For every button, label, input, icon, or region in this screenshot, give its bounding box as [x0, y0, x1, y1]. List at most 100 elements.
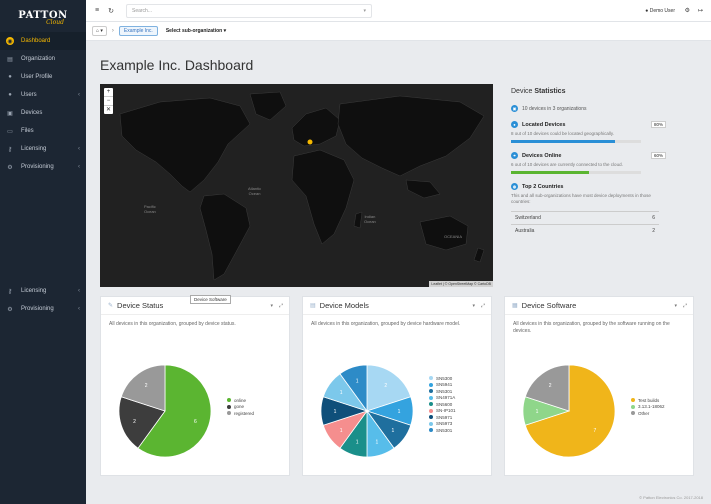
zoom-out-button[interactable]: − [104, 97, 113, 106]
chevron-left-icon: ‹ [78, 146, 80, 152]
chevron-left-icon: ‹ [78, 306, 80, 312]
location-pin-icon: ● [511, 121, 518, 128]
search-input[interactable]: Search... ▾ [126, 3, 372, 18]
legend-item[interactable]: registered [227, 410, 254, 417]
pie-slice-label: 1 [340, 428, 343, 434]
legend-label: SN5941 [436, 382, 453, 388]
refresh-icon[interactable]: ↻ [104, 7, 118, 15]
sub-organization-dropdown[interactable]: Select sub-organization ▾ [166, 28, 226, 34]
atlantic-ocean-label: Atlantic Ocean [248, 186, 262, 196]
map-land [119, 91, 485, 281]
sidebar-item-user-profile[interactable]: ● User Profile [0, 68, 86, 86]
pie-slice-label: 1 [356, 439, 359, 445]
menu-icon[interactable]: ≡ [90, 7, 104, 14]
devices-summary-text: 10 devices in 3 organizations [522, 105, 587, 112]
patton-cloud-logo[interactable]: PATTON Cloud [0, 0, 86, 32]
sidebar-item-label: Files [21, 128, 34, 134]
gear-icon: ⚙ [7, 164, 13, 171]
legend-swatch [227, 404, 231, 409]
statistics-title-bold: Statistics [534, 88, 566, 95]
zoom-control: + − ✕ [104, 88, 113, 114]
device-location-marker[interactable] [307, 139, 313, 145]
country-name: Australia [511, 224, 624, 237]
pie-slice-label: 2 [549, 383, 552, 389]
device-software-pie: 7 1 2 [522, 364, 616, 458]
device-status-pie: 6 2 2 [118, 364, 212, 458]
legend-swatch [429, 415, 433, 420]
sidebar-item-dashboard[interactable]: ◉ Dashboard [0, 32, 86, 50]
world-map[interactable]: Atlantic Ocean Pacific Ocean Indian Ocea… [100, 84, 493, 287]
legend-label: online [234, 397, 247, 403]
top-countries-desc: This and all sub-organizations have most… [511, 193, 651, 204]
top-countries-title: Top 2 Countries [522, 183, 564, 190]
legend-swatch [429, 421, 433, 426]
sidebar-item-provisioning[interactable]: ⚙ Provisioning ‹ [0, 300, 86, 318]
sidebar-item-provisioning[interactable]: ⚙ Provisioning ‹ [0, 158, 86, 176]
legend-label: SN5300 [436, 375, 453, 381]
device-models-pie: 2 1 1 1 1 1 1 1 1 [320, 364, 414, 458]
map-attribution[interactable]: Leaflet | © OpenStreetMap © CartoDB [429, 281, 493, 287]
search-placeholder: Search... [132, 7, 153, 14]
table-row: Switzerland 6 [511, 211, 659, 225]
country-count: 6 [623, 211, 659, 225]
tooltip: Device Software [190, 295, 231, 304]
user-menu[interactable]: ● Demo User [645, 8, 675, 14]
oceania-label: OCEANIA [444, 234, 463, 239]
sidebar-item-devices[interactable]: ▣ Devices [0, 104, 86, 122]
legend-swatch [429, 408, 433, 413]
legend-swatch [429, 402, 433, 407]
pie-slice-label: 1 [356, 379, 359, 385]
files-icon: ▭ [7, 128, 13, 135]
located-devices-percent: 80% [650, 121, 666, 128]
devices-icon: ▣ [7, 110, 13, 117]
device-statistics-panel: Device Statistics ▣ 10 devices in 3 orga… [511, 84, 666, 237]
legend-swatch [429, 428, 433, 433]
settings-gear-icon[interactable]: ⚙ [685, 7, 690, 14]
country-name: Switzerland [511, 211, 624, 225]
legend-swatch [631, 411, 635, 416]
zoom-in-button[interactable]: + [104, 88, 113, 97]
legend-label: SN-IP101 [436, 408, 456, 414]
users-icon: ● [8, 92, 12, 98]
legend-item[interactable]: SN5301 [429, 427, 456, 434]
chevron-left-icon: ‹ [78, 288, 80, 294]
legend-swatch [631, 398, 635, 403]
countries-table: Switzerland 6 Australia 2 [511, 211, 659, 237]
organization-button[interactable]: Example Inc. [118, 26, 158, 36]
sidebar-item-licensing[interactable]: ⚷ Licensing ‹ [0, 140, 86, 158]
located-devices-progress [511, 140, 641, 143]
user-name: Demo User [649, 7, 675, 14]
globe-icon: ◍ [511, 183, 518, 190]
device-models-card: ▤ Device Models ▾ ⤢ All devices in this or… [302, 296, 492, 476]
sidebar-item-organization[interactable]: ▤ Organization [0, 50, 86, 68]
legend-swatch [429, 376, 433, 381]
legend-swatch [429, 389, 433, 394]
devices-online-progress-fill [511, 171, 589, 174]
pie-slice-label: 1 [398, 409, 401, 415]
devices-summary: ▣ 10 devices in 3 organizations [511, 105, 666, 112]
dashboard-icon: ◉ [6, 37, 14, 45]
sidebar-item-licensing[interactable]: ⚷ Licensing ‹ [0, 282, 86, 300]
online-devices-block: ⚭ Devices Online 60% 6 out of 10 devices … [511, 152, 666, 174]
located-devices-title: Located Devices [522, 121, 566, 128]
sidebar-item-files[interactable]: ▭ Files [0, 122, 86, 140]
pie-slice-label: 2 [384, 383, 387, 389]
pie-slice-label: 2 [145, 383, 148, 389]
sidebar-item-users[interactable]: ● Users ‹ [0, 86, 86, 104]
fullscreen-icon[interactable]: ✕ [104, 106, 113, 114]
logout-icon[interactable]: ↦ [698, 7, 703, 14]
pie-slice-label: 1 [375, 439, 378, 445]
legend-label: 3.13.1-18062 [638, 404, 665, 410]
legend-swatch [429, 382, 433, 387]
legend-label: gone [234, 404, 245, 410]
devices-online-desc: 6 out of 10 devices are currently connec… [511, 162, 623, 167]
legend-item[interactable]: Other [631, 410, 665, 417]
sidebar-item-label: Users [21, 92, 37, 98]
footer-copyright: © Patton Electronics Co. 2017-2018 [639, 495, 703, 500]
link-icon: ⚭ [511, 152, 518, 159]
home-button[interactable]: ⌂ ▾ [92, 26, 107, 36]
sidebar-item-label: Licensing [21, 288, 47, 294]
devices-online-percent: 60% [650, 152, 666, 159]
pie-slice-label: 2 [133, 419, 136, 425]
page-title: Example Inc. Dashboard [100, 57, 254, 73]
